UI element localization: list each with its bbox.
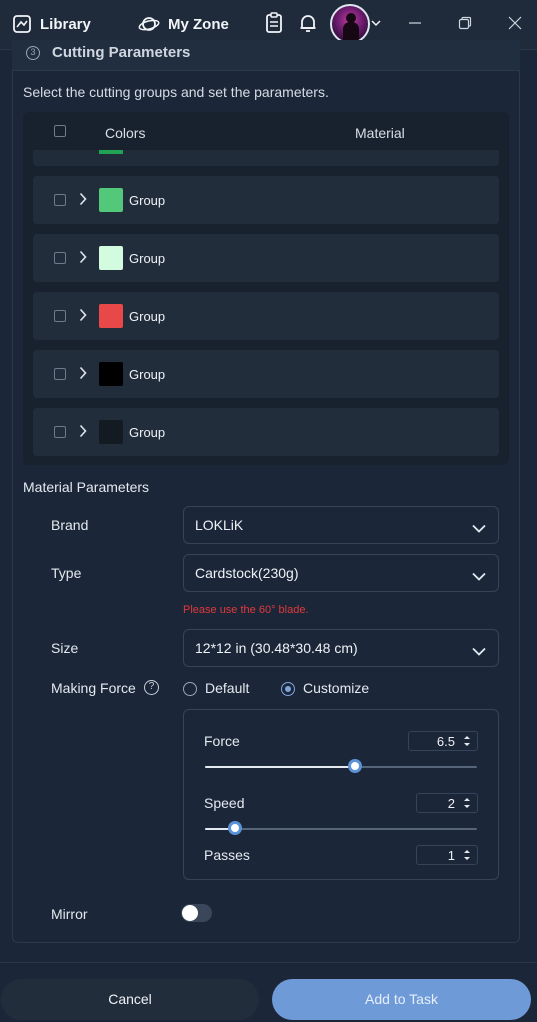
group-label: Group (129, 367, 166, 382)
brand-value: LOKLiK (195, 517, 244, 533)
cutting-description: Select the cutting groups and set the pa… (23, 84, 329, 100)
add-to-task-button[interactable]: Add to Task (272, 979, 531, 1020)
passes-label: Passes (204, 847, 250, 863)
help-icon[interactable]: ? (144, 680, 159, 695)
table-row[interactable]: Group (33, 292, 499, 340)
myzone-label: My Zone (168, 15, 229, 33)
custom-force-panel: Force 6.5 Speed 2 Passes 1 (183, 709, 499, 880)
row-checkbox[interactable] (54, 426, 66, 438)
material-parameters-title: Material Parameters (23, 479, 150, 495)
speed-slider-track[interactable] (205, 828, 477, 830)
type-label: Type (51, 565, 82, 581)
mirror-label: Mirror (51, 906, 88, 922)
bell-icon[interactable] (297, 12, 319, 34)
chevron-right-icon[interactable] (79, 308, 87, 327)
stepper-arrows-icon[interactable] (463, 796, 471, 815)
avatar[interactable] (330, 4, 370, 44)
size-value: 12*12 in (30.48*30.48 cm) (195, 640, 358, 656)
chevron-right-icon[interactable] (79, 424, 87, 443)
speed-slider-thumb[interactable] (227, 821, 242, 835)
force-slider-track[interactable] (205, 766, 477, 768)
library-label: Library (40, 15, 91, 33)
group-label: Group (129, 193, 166, 208)
chevron-right-icon[interactable] (79, 192, 87, 211)
select-all-checkbox[interactable] (54, 125, 66, 137)
planet-icon (138, 14, 160, 34)
table-row[interactable]: Group (33, 408, 499, 456)
radio-default[interactable] (183, 682, 197, 696)
panel-title: Cutting Parameters (52, 44, 191, 61)
row-checkbox[interactable] (54, 194, 66, 206)
radio-default-label[interactable]: Default (205, 680, 249, 696)
size-select[interactable]: 12*12 in (30.48*30.48 cm) (183, 629, 499, 667)
step-number-badge: 3 (26, 46, 40, 60)
passes-stepper[interactable]: 1 (416, 845, 478, 865)
color-swatch (99, 246, 123, 270)
row-checkbox[interactable] (54, 310, 66, 322)
cutting-groups-table: Colors Material Group Group Group Group Grou… (23, 112, 509, 465)
toggle-knob (182, 905, 198, 921)
cutting-panel-header[interactable]: 3 Cutting Parameters (12, 40, 520, 71)
table-row[interactable]: Group (33, 176, 499, 224)
stepper-arrows-icon[interactable] (463, 734, 471, 753)
force-label: Force (204, 733, 240, 749)
force-slider-thumb[interactable] (347, 759, 362, 773)
row-checkbox[interactable] (54, 368, 66, 380)
group-label: Group (129, 425, 166, 440)
table-row[interactable]: Group (33, 350, 499, 398)
column-material: Material (355, 125, 405, 141)
force-value: 6.5 (436, 734, 455, 749)
table-header: Colors Material (23, 112, 509, 152)
radio-customize[interactable] (281, 682, 295, 696)
color-swatch (99, 362, 123, 386)
type-value: Cardstock(230g) (195, 565, 299, 581)
color-swatch (99, 150, 123, 154)
footer-divider (0, 962, 537, 963)
chevron-down-icon (472, 520, 486, 538)
group-label: Group (129, 309, 166, 324)
column-colors: Colors (105, 125, 146, 141)
color-swatch (99, 188, 123, 212)
library-icon (12, 14, 32, 34)
speed-label: Speed (204, 795, 245, 811)
minimize-icon[interactable] (404, 12, 426, 34)
clipboard-icon[interactable] (263, 12, 285, 34)
force-stepper[interactable]: 6.5 (408, 731, 478, 751)
table-row[interactable]: Group (33, 234, 499, 282)
brand-select[interactable]: LOKLiK (183, 506, 499, 544)
color-swatch (99, 304, 123, 328)
close-icon[interactable] (504, 12, 526, 34)
mirror-toggle[interactable] (181, 904, 212, 922)
force-slider-fill (205, 766, 355, 768)
chevron-right-icon[interactable] (79, 250, 87, 269)
blade-warning: Please use the 60° blade. (183, 604, 309, 616)
cancel-button[interactable]: Cancel (1, 979, 259, 1020)
restore-icon[interactable] (454, 12, 476, 34)
chevron-down-icon (472, 568, 486, 586)
chevron-down-icon[interactable] (368, 12, 384, 34)
making-force-label: Making Force (51, 680, 136, 696)
stepper-arrows-icon[interactable] (463, 848, 471, 867)
type-select[interactable]: Cardstock(230g) (183, 554, 499, 592)
chevron-right-icon[interactable] (79, 366, 87, 385)
passes-value: 1 (447, 848, 455, 863)
speed-value: 2 (447, 796, 455, 811)
row-checkbox[interactable] (54, 252, 66, 264)
library-nav-button[interactable]: Library (12, 14, 91, 34)
myzone-nav-button[interactable]: My Zone (138, 14, 229, 34)
group-label: Group (129, 251, 166, 266)
speed-stepper[interactable]: 2 (416, 793, 478, 813)
chevron-down-icon (472, 643, 486, 661)
brand-label: Brand (51, 517, 89, 533)
radio-customize-label[interactable]: Customize (303, 680, 369, 696)
color-swatch (99, 420, 123, 444)
size-label: Size (51, 640, 79, 656)
table-row[interactable] (33, 150, 499, 166)
